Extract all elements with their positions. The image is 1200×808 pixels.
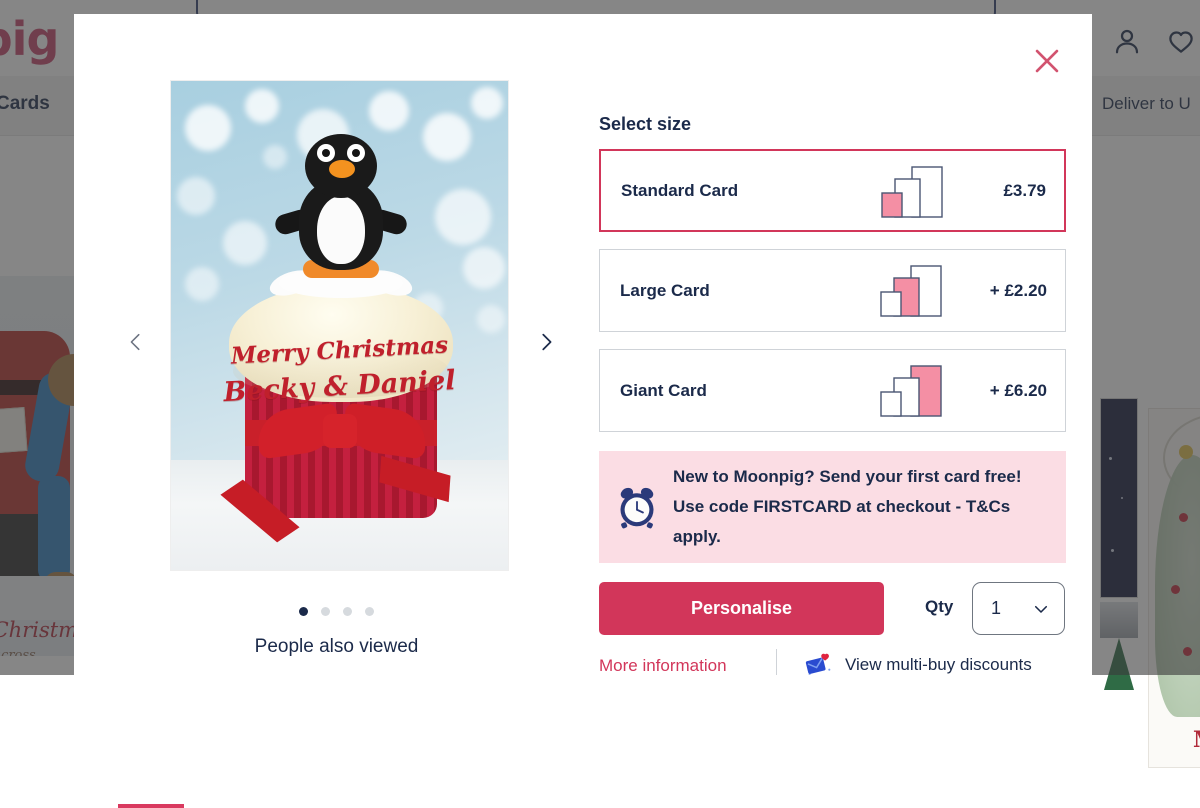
bokeh-circle: [369, 91, 409, 131]
quantity-value: 1: [991, 598, 1002, 618]
gallery-dot-4[interactable]: [365, 607, 374, 616]
product-size-modal: Merry Christmas Becky & Daniel People al…: [74, 14, 1092, 675]
chevron-right-icon: [542, 333, 552, 351]
bokeh-circle: [185, 105, 231, 151]
select-size-title: Select size: [599, 114, 692, 134]
product-gallery: Merry Christmas Becky & Daniel People al…: [74, 14, 599, 675]
chevron-left-icon: [130, 333, 140, 351]
size-option-label: Standard Card: [621, 180, 739, 200]
penguin-pupil-left: [322, 149, 330, 157]
size-option-label: Large Card: [620, 280, 710, 300]
gallery-prev-button[interactable]: [116, 322, 156, 362]
bokeh-circle: [263, 145, 287, 169]
promo-banner: New to Moonpig? Send your first card fre…: [599, 451, 1066, 563]
divider: [776, 649, 777, 675]
bokeh-circle: [435, 189, 491, 245]
card-size-giant-icon: [880, 365, 942, 417]
quantity-select[interactable]: 1: [972, 582, 1065, 635]
gallery-dot-2[interactable]: [321, 607, 330, 616]
bokeh-circle: [223, 221, 267, 265]
size-option-price: + £2.20: [989, 280, 1047, 300]
product-hero-image[interactable]: Merry Christmas Becky & Daniel: [170, 80, 509, 571]
penguin-belly: [317, 196, 365, 264]
ribbon-knot: [323, 414, 357, 448]
alarm-clock-icon: [620, 487, 654, 529]
bokeh-circle: [185, 267, 219, 301]
chevron-down-icon: [1034, 605, 1048, 613]
bokeh-circle: [463, 247, 505, 289]
qty-label: Qty: [925, 597, 954, 616]
gallery-dot-3[interactable]: [343, 607, 352, 616]
card-size-large-icon: [880, 265, 942, 317]
size-options-list: Standard Card £3.79 Large Card + £2.20 G…: [599, 149, 1066, 449]
size-option-giant-card[interactable]: Giant Card + £6.20: [599, 349, 1066, 432]
bokeh-circle: [471, 87, 503, 119]
size-option-label: Giant Card: [620, 380, 707, 400]
gallery-next-button[interactable]: [526, 322, 566, 362]
size-option-price: £3.79: [1003, 180, 1046, 200]
personalise-button[interactable]: Personalise: [599, 582, 884, 635]
bokeh-circle: [423, 113, 471, 161]
size-option-price: + £6.20: [989, 380, 1047, 400]
penguin-beak: [329, 160, 355, 178]
multibuy-label: View multi-buy discounts: [845, 655, 1032, 674]
multibuy-discounts-link[interactable]: View multi-buy discounts: [804, 650, 1032, 675]
promo-text: New to Moonpig? Send your first card fre…: [673, 466, 1022, 547]
background-tree-card-text: ME: [1193, 727, 1200, 753]
size-option-standard-card[interactable]: Standard Card £3.79: [599, 149, 1066, 232]
people-also-viewed-heading: People also viewed: [254, 636, 419, 657]
gallery-dot-1[interactable]: [299, 607, 308, 616]
more-information-link[interactable]: More information: [599, 656, 727, 675]
penguin-pupil-right: [352, 149, 360, 157]
size-selection-panel: Select size Standard Card £3.79 Large Ca…: [599, 14, 1092, 675]
bokeh-circle: [177, 177, 215, 215]
size-option-large-card[interactable]: Large Card + £2.20: [599, 249, 1066, 332]
bokeh-circle: [245, 89, 279, 123]
background-underline-accent: [118, 804, 184, 808]
card-size-standard-icon: [881, 166, 943, 218]
card-heart-icon: [805, 653, 831, 675]
gallery-dots: [74, 607, 599, 616]
